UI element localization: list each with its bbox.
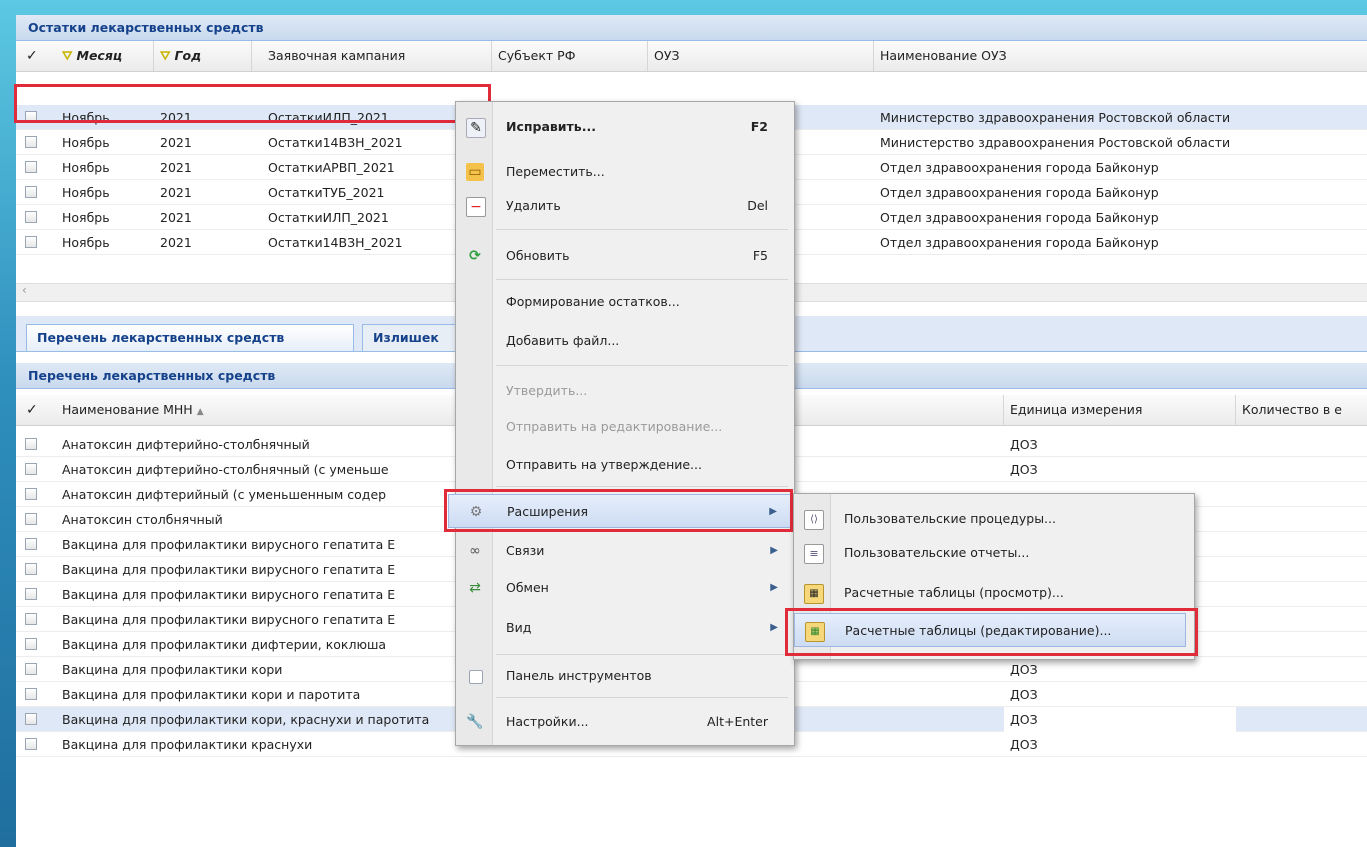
edit-icon: ✎ <box>466 118 486 138</box>
row-checkbox[interactable] <box>25 236 37 248</box>
menu-item-exchange[interactable]: ⇄ Обмен ▶ <box>456 571 794 605</box>
procedure-icon: ⟨⟩ <box>804 510 824 530</box>
cell-year: 2021 <box>160 185 192 200</box>
col-unit[interactable]: Единица измерения <box>1004 395 1236 425</box>
refresh-icon: ⟳ <box>469 248 481 264</box>
row-checkbox[interactable] <box>25 738 37 750</box>
filter-icon: ⛛ <box>160 48 171 63</box>
menu-item-toolbar[interactable]: Панель инструментов <box>456 659 794 693</box>
menu-item-settings[interactable]: 🔧 Настройки... Alt+Enter <box>456 705 794 739</box>
select-all-check-icon[interactable]: ✓ <box>26 395 38 425</box>
wrench-icon: 🔧 <box>466 714 484 730</box>
extensions-submenu: ⟨⟩ Пользовательские процедуры... ≡ Польз… <box>793 493 1195 660</box>
cell-name: Министерство здравоохранения Ростовской … <box>880 110 1231 125</box>
cell-name: Отдел здравоохранения города Байконур <box>880 160 1159 175</box>
cell-year: 2021 <box>160 210 192 225</box>
cell-year: 2021 <box>160 235 192 250</box>
row-checkbox[interactable] <box>25 613 37 625</box>
submenu-item-user-procedures[interactable]: ⟨⟩ Пользовательские процедуры... <box>794 502 1194 536</box>
col-quantity[interactable]: Количество в е <box>1236 395 1367 425</box>
submenu-item-calc-tables-view[interactable]: ▦ Расчетные таблицы (просмотр)... <box>794 576 1194 610</box>
cell-year: 2021 <box>160 160 192 175</box>
menu-item-extensions[interactable]: ⚙ Расширения ▶ <box>448 494 794 528</box>
menu-item-view[interactable]: Вид ▶ <box>456 611 794 645</box>
folder-icon: ▭ <box>466 163 484 181</box>
sort-asc-icon: ▲ <box>196 407 204 417</box>
col-ouz[interactable]: ОУЗ <box>648 41 874 71</box>
cell-month: Ноябрь <box>62 185 110 200</box>
cell-year: 2021 <box>160 110 192 125</box>
menu-item-edit[interactable]: ✎ Исправить... F2 <box>456 110 794 144</box>
menu-item-add-file[interactable]: Добавить файл... <box>456 324 794 358</box>
row-checkbox[interactable] <box>25 588 37 600</box>
submenu-arrow-icon: ▶ <box>770 582 778 593</box>
cell-unit: ДОЗ <box>1010 462 1038 477</box>
cell-month: Ноябрь <box>62 135 110 150</box>
cell-unit: ДОЗ <box>1010 687 1038 702</box>
cell-name: Министерство здравоохранения Ростовской … <box>880 135 1231 150</box>
cell-unit: ДОЗ <box>1010 662 1038 677</box>
submenu-arrow-icon: ▶ <box>770 622 778 633</box>
menu-item-send-to-edit: Отправить на редактирование... <box>506 419 723 434</box>
table-edit-icon: ▦ <box>805 622 825 642</box>
row-checkbox[interactable] <box>25 161 37 173</box>
row-checkbox[interactable] <box>25 513 37 525</box>
submenu-arrow-icon: ▶ <box>769 506 777 517</box>
row-checkbox[interactable] <box>25 538 37 550</box>
col-ouz-name[interactable]: Наименование ОУЗ <box>874 41 1367 71</box>
gear-icon: ⚙ <box>469 504 483 520</box>
row-checkbox[interactable] <box>25 563 37 575</box>
context-menu: ✎ Исправить... F2 ▭ Переместить... − Уда… <box>448 101 795 746</box>
menu-item-approve: Утвердить... <box>506 383 588 398</box>
row-checkbox[interactable] <box>25 463 37 475</box>
row-checkbox[interactable] <box>25 638 37 650</box>
exchange-icon: ⇄ <box>469 580 481 596</box>
submenu-arrow-icon: ▶ <box>770 545 778 556</box>
menu-item-move[interactable]: ▭ Переместить... <box>456 155 794 189</box>
cell-month: Ноябрь <box>62 235 110 250</box>
row-checkbox[interactable] <box>25 136 37 148</box>
menu-item-refresh[interactable]: ⟳ Обновить F5 <box>456 239 794 273</box>
menu-item-delete[interactable]: − Удалить Del <box>456 189 794 223</box>
col-subject[interactable]: Субъект РФ <box>492 41 648 71</box>
row-checkbox[interactable] <box>25 713 37 725</box>
delete-document-icon: − <box>466 197 486 217</box>
menu-item-links[interactable]: ∞ Связи ▶ <box>456 534 794 568</box>
top-panel-title: Остатки лекарственных средств <box>16 15 1367 41</box>
cell-year: 2021 <box>160 135 192 150</box>
submenu-item-user-reports[interactable]: ≡ Пользовательские отчеты... <box>794 536 1194 570</box>
cell-unit: ДОЗ <box>1010 437 1038 452</box>
cell-month: Ноябрь <box>62 110 110 125</box>
filter-icon: ⛛ <box>62 48 73 63</box>
cell-unit: ДОЗ <box>1010 737 1038 752</box>
cell-name: Отдел здравоохранения города Байконур <box>880 185 1159 200</box>
cell-name: Отдел здравоохранения города Байконур <box>880 235 1159 250</box>
col-year[interactable]: ⛛ Год <box>154 41 252 71</box>
row-checkbox[interactable] <box>25 663 37 675</box>
tab-drug-list[interactable]: Перечень лекарственных средств <box>26 324 354 351</box>
link-icon: ∞ <box>469 543 481 559</box>
cell-month: Ноябрь <box>62 160 110 175</box>
row-checkbox[interactable] <box>25 111 37 123</box>
scroll-left-icon[interactable]: ‹ <box>22 283 27 297</box>
menu-item-send-to-approve[interactable]: Отправить на утверждение... <box>456 448 794 482</box>
row-checkbox[interactable] <box>25 438 37 450</box>
row-checkbox[interactable] <box>25 688 37 700</box>
row-checkbox[interactable] <box>25 211 37 223</box>
select-all-check-icon[interactable]: ✓ <box>26 41 38 71</box>
cell-month: Ноябрь <box>62 210 110 225</box>
row-checkbox[interactable] <box>25 186 37 198</box>
checkbox-icon <box>469 670 483 684</box>
col-month[interactable]: ⛛ Месяц <box>56 41 154 71</box>
menu-item-form-remainders[interactable]: Формирование остатков... <box>456 285 794 319</box>
row-checkbox[interactable] <box>25 488 37 500</box>
submenu-item-calc-tables-edit[interactable]: ▦ Расчетные таблицы (редактирование)... <box>794 613 1186 647</box>
top-grid-header: ✓ ⛛ Месяц ⛛ Год Заявочная кампания Субъект… <box>16 41 1367 72</box>
report-icon: ≡ <box>804 544 824 564</box>
cell-name: Отдел здравоохранения города Байконур <box>880 210 1159 225</box>
col-campaign[interactable]: Заявочная кампания <box>262 41 492 71</box>
cell-unit: ДОЗ <box>1004 707 1236 732</box>
table-icon: ▦ <box>804 584 824 604</box>
